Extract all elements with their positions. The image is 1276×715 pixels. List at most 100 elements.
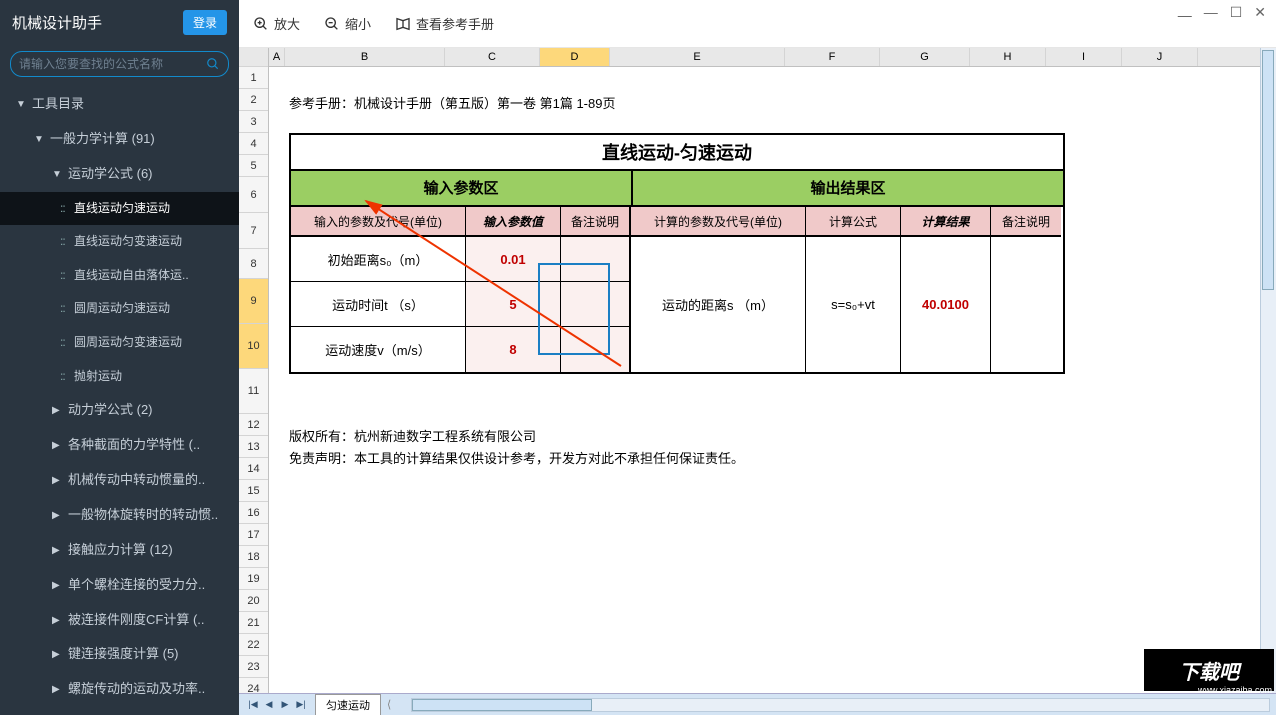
- row-header[interactable]: 8: [239, 249, 268, 279]
- row-header[interactable]: 3: [239, 111, 268, 133]
- sheet-tab-bar: |◀ ◀ ▶ ▶| 匀速运动 ⟨: [239, 693, 1276, 715]
- tree-item-circular-uniform[interactable]: ::圆周运动匀速运动: [0, 292, 239, 326]
- row-header[interactable]: 2: [239, 89, 268, 111]
- row-header[interactable]: 21: [239, 612, 268, 634]
- col-header[interactable]: F: [785, 48, 880, 66]
- row-header[interactable]: 16: [239, 502, 268, 524]
- zoom-out-icon: [324, 16, 340, 32]
- col-header[interactable]: B: [285, 48, 445, 66]
- spreadsheet: 1 2 3 4 5 6 7 8 9 10 11 12 13 14 15 16 1…: [239, 48, 1276, 715]
- param-s0-value[interactable]: 0.01: [466, 237, 561, 282]
- row-header[interactable]: 18: [239, 546, 268, 568]
- row-headers: 1 2 3 4 5 6 7 8 9 10 11 12 13 14 15 16 1…: [239, 48, 269, 715]
- tree-item-circular-accel[interactable]: ::圆周运动匀变速运动: [0, 326, 239, 360]
- tree-cat-key[interactable]: ▶键连接强度计算 (5): [0, 637, 239, 672]
- tree-item-freefall[interactable]: ::直线运动自由落体运..: [0, 259, 239, 293]
- sheet-nav-last[interactable]: ▶|: [294, 698, 308, 712]
- sheet-tab[interactable]: 匀速运动: [315, 694, 381, 715]
- row-header[interactable]: 4: [239, 133, 268, 155]
- menu-icon[interactable]: ⎼: [1178, 4, 1192, 21]
- output-zone-header: 输出结果区: [633, 171, 1063, 207]
- sheet-nav-first[interactable]: |◀: [246, 698, 260, 712]
- row-header[interactable]: 22: [239, 634, 268, 656]
- horizontal-scrollbar[interactable]: [411, 698, 1270, 712]
- minimize-button[interactable]: —: [1204, 4, 1218, 21]
- header-note: 备注说明: [561, 207, 631, 237]
- col-header[interactable]: I: [1046, 48, 1122, 66]
- col-headers: A B C D E F G H I J: [269, 48, 1276, 67]
- tree-cat-screw[interactable]: ▶螺旋传动的运动及功率..: [0, 672, 239, 707]
- search-input[interactable]: [19, 57, 206, 71]
- main-panel: 放大 缩小 查看参考手册 ⎼ — ☐ ✕ 1 2 3 4 5 6 7 8 9 1…: [239, 0, 1276, 715]
- search-icon[interactable]: [206, 57, 220, 71]
- maximize-button[interactable]: ☐: [1230, 4, 1243, 21]
- output-result: 40.0100: [901, 237, 991, 372]
- row-header[interactable]: 14: [239, 458, 268, 480]
- tree-cat-section[interactable]: ▶各种截面的力学特性 (..: [0, 428, 239, 463]
- param-v-note[interactable]: [561, 327, 631, 372]
- row-header[interactable]: 13: [239, 436, 268, 458]
- col-header[interactable]: H: [970, 48, 1046, 66]
- hscroll-thumb[interactable]: [412, 699, 592, 711]
- col-header[interactable]: E: [610, 48, 785, 66]
- sheet-nav-next[interactable]: ▶: [278, 698, 292, 712]
- tree-cat-inertia-body[interactable]: ▶一般物体旋转时的转动惯..: [0, 498, 239, 533]
- tree-cat-mechanics[interactable]: ▼一般力学计算 (91): [0, 122, 239, 157]
- param-t-note[interactable]: [561, 282, 631, 327]
- col-header[interactable]: D: [540, 48, 610, 66]
- sheet-nav-prev[interactable]: ◀: [262, 698, 276, 712]
- output-note: [991, 237, 1061, 372]
- corner-cell[interactable]: [239, 48, 268, 67]
- row-header[interactable]: 10: [239, 324, 268, 369]
- vertical-scrollbar[interactable]: [1260, 48, 1276, 693]
- row-header[interactable]: 12: [239, 414, 268, 436]
- row-header[interactable]: 20: [239, 590, 268, 612]
- tree-item-linear-accel[interactable]: ::直线运动匀变速运动: [0, 225, 239, 259]
- row-header[interactable]: 7: [239, 213, 268, 249]
- toolbar: 放大 缩小 查看参考手册: [239, 0, 1276, 48]
- tree-item-projectile[interactable]: ::抛射运动: [0, 360, 239, 394]
- param-s0-note[interactable]: [561, 237, 631, 282]
- calc-table: 直线运动-匀速运动 输入参数区 输出结果区 输入的参数及代号(单位) 输入参数值…: [289, 133, 1065, 374]
- tree-cat-contact[interactable]: ▶接触应力计算 (12): [0, 533, 239, 568]
- row-header[interactable]: 6: [239, 177, 268, 213]
- grid[interactable]: A B C D E F G H I J 参考手册：机械设计手册（第五版）第一卷 …: [269, 48, 1276, 715]
- tree-cat-inertia-drive[interactable]: ▶机械传动中转动惯量的..: [0, 463, 239, 498]
- tree-cat-bolt[interactable]: ▶单个螺栓连接的受力分..: [0, 568, 239, 603]
- close-button[interactable]: ✕: [1254, 4, 1266, 21]
- tree-item-linear-uniform[interactable]: ::直线运动匀速运动: [0, 192, 239, 226]
- tree-cat-dynamics[interactable]: ▶动力学公式 (2): [0, 393, 239, 428]
- col-header[interactable]: G: [880, 48, 970, 66]
- tree-cat-kinematics[interactable]: ▼运动学公式 (6): [0, 157, 239, 192]
- col-header[interactable]: C: [445, 48, 540, 66]
- login-button[interactable]: 登录: [183, 10, 227, 35]
- tree-cat-cf[interactable]: ▶被连接件刚度CF计算 (..: [0, 603, 239, 638]
- param-v-value[interactable]: 8: [466, 327, 561, 372]
- header-note2: 备注说明: [991, 207, 1061, 237]
- row-header[interactable]: 11: [239, 369, 268, 414]
- app-title: 机械设计助手: [12, 12, 102, 33]
- row-header[interactable]: 17: [239, 524, 268, 546]
- tree-root[interactable]: ▼工具目录: [0, 87, 239, 122]
- header-param-name: 输入的参数及代号(单位): [291, 207, 466, 237]
- reference-text: 参考手册：机械设计手册（第五版）第一卷 第1篇 1-89页: [289, 93, 615, 112]
- param-t-value[interactable]: 5: [466, 282, 561, 327]
- vscroll-thumb[interactable]: [1262, 50, 1274, 290]
- row-header[interactable]: 5: [239, 155, 268, 177]
- zoom-in-icon: [253, 16, 269, 32]
- row-header[interactable]: 1: [239, 67, 268, 89]
- row-header[interactable]: 15: [239, 480, 268, 502]
- zoom-out-button[interactable]: 缩小: [324, 14, 371, 33]
- manual-button[interactable]: 查看参考手册: [395, 14, 494, 33]
- zoom-in-button[interactable]: 放大: [253, 14, 300, 33]
- row-header[interactable]: 19: [239, 568, 268, 590]
- watermark: 下载吧 www.xiazaiba.com: [1144, 649, 1274, 691]
- row-header[interactable]: 23: [239, 656, 268, 678]
- col-header[interactable]: A: [269, 48, 285, 66]
- table-title: 直线运动-匀速运动: [291, 135, 1063, 171]
- param-s0-label: 初始距离s₀（m）: [291, 237, 466, 282]
- header-out-name: 计算的参数及代号(单位): [631, 207, 806, 237]
- sidebar-header: 机械设计助手 登录: [0, 0, 239, 45]
- col-header[interactable]: J: [1122, 48, 1198, 66]
- row-header[interactable]: 9: [239, 279, 268, 324]
